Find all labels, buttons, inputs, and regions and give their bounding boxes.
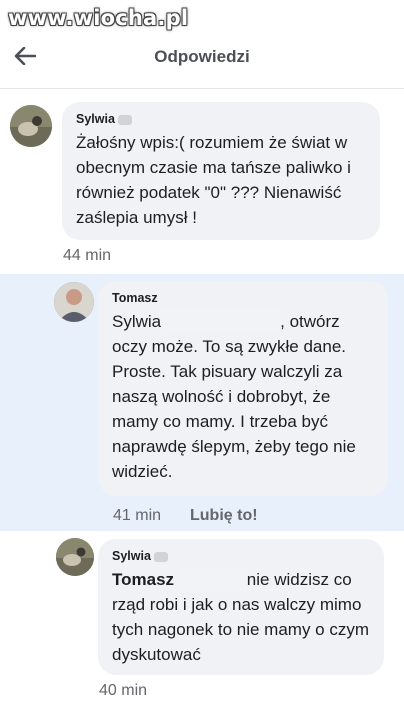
avatar[interactable]	[56, 538, 94, 576]
avatar[interactable]	[10, 105, 52, 147]
avatar-photo	[10, 105, 52, 147]
watermark: www.wiocha.pl	[8, 6, 189, 30]
comment-time: 40 min	[99, 682, 148, 699]
comment-text: Żałośny wpis:( rozumiem że świat w obecn…	[76, 133, 351, 227]
comment-time: 44 min	[63, 247, 112, 264]
comment-bubble: Sylwia Tomasz xxxxxxxxnie widzisz co rzą…	[98, 539, 384, 675]
avatar-photo	[56, 538, 94, 576]
avatar[interactable]	[54, 282, 94, 322]
comment-text: Tomasz xxxxxxxxnie widzisz co rząd robi …	[112, 567, 370, 667]
comment-text: Sylwiaxxxxxxxxxxxxxx, otwórz oczy może. …	[112, 309, 374, 484]
redaction: xxxxxxxx	[178, 567, 247, 592]
avatar-photo	[54, 282, 94, 322]
like-button[interactable]: Lubię to!	[190, 507, 258, 525]
comment-bubble: Tomasz Sylwiaxxxxxxxxxxxxxx, otwórz oczy…	[98, 281, 388, 496]
name-mention[interactable]: Tomasz	[112, 570, 174, 589]
comment-time: 41 min	[113, 507, 162, 524]
name-mention[interactable]: Sylwia	[112, 312, 161, 331]
comment-author[interactable]: Sylwia	[112, 549, 370, 563]
comment-bubble: Sylwia Żałośny wpis:( rozumiem że świat …	[62, 102, 380, 240]
page-title: Odpowiedzi	[154, 47, 250, 66]
redaction: xxxxxxxxxxxxxx	[161, 309, 281, 334]
comment-author[interactable]: Sylwia	[76, 112, 366, 126]
header-divider	[0, 88, 404, 89]
comment-author[interactable]: Tomasz	[112, 291, 374, 305]
header: Odpowiedzi	[0, 30, 404, 88]
